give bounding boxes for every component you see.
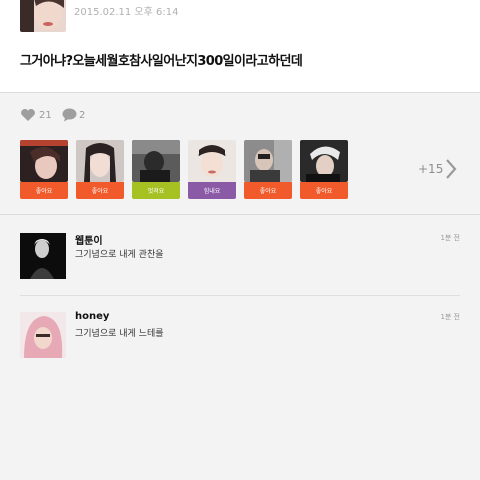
liker-item[interactable]: 힘내요	[188, 140, 236, 200]
comment-count: 2	[79, 109, 86, 121]
comment-time: 1분 전	[440, 313, 460, 321]
liker-avatar	[300, 140, 348, 182]
post-timestamp: 2015.02.11 오후 6:14	[74, 7, 179, 18]
comment-divider	[20, 295, 460, 296]
liker-reaction-tag: 좋아요	[76, 182, 124, 199]
liker-avatar	[188, 140, 236, 182]
commenter-name[interactable]: 웹툰이	[75, 232, 103, 247]
liker-reaction-tag: 힘내요	[188, 182, 236, 199]
post-card: 2015.02.11 오후 6:14 그거아냐?오늘세월호참사일어난지300일이…	[0, 0, 480, 93]
commenter-name[interactable]: honey	[75, 311, 109, 322]
liker-reaction-tag: 좋아요	[244, 182, 292, 199]
liker-strip: 좋아요 좋아요 멋져요 힘내요 좋아요 좋아요	[0, 140, 480, 200]
section-divider	[0, 214, 480, 215]
comment-text: 그기념으로 내게 느테를	[75, 329, 164, 339]
liker-item[interactable]: 좋아요	[244, 140, 292, 200]
commenter-avatar[interactable]	[20, 312, 66, 358]
liker-item[interactable]: 좋아요	[76, 140, 124, 200]
heart-icon	[20, 108, 36, 122]
liker-item[interactable]: 멋져요	[132, 140, 180, 200]
speech-bubble-icon	[62, 108, 77, 122]
liker-avatar	[132, 140, 180, 182]
liker-avatar	[76, 140, 124, 182]
liker-item[interactable]: 좋아요	[20, 140, 68, 200]
commenter-avatar[interactable]	[20, 233, 66, 279]
liker-reaction-tag: 좋아요	[20, 182, 68, 199]
author-avatar[interactable]	[20, 0, 66, 32]
liker-avatar	[20, 140, 68, 182]
like-stat[interactable]: 21	[20, 108, 52, 122]
like-count: 21	[39, 109, 52, 121]
comment-text: 그기념으로 내게 관찬을	[75, 250, 164, 260]
comment-item: 웹툰이 그기념으로 내게 관찬을 1분 전	[0, 233, 480, 283]
chevron-right-icon[interactable]	[444, 158, 458, 184]
comment-stat[interactable]: 2	[62, 108, 85, 122]
liker-reaction-tag: 좋아요	[300, 182, 348, 199]
more-likers-count[interactable]: +15	[418, 162, 443, 176]
liker-reaction-tag: 멋져요	[132, 182, 180, 199]
liker-avatar	[244, 140, 292, 182]
comment-time: 1분 전	[440, 234, 460, 242]
comment-item: honey 그기념으로 내게 느테를 1분 전	[0, 311, 480, 362]
post-text: 그거아냐?오늘세월호참사일어난지300일이라고하던데	[20, 54, 303, 69]
liker-item[interactable]: 좋아요	[300, 140, 348, 200]
